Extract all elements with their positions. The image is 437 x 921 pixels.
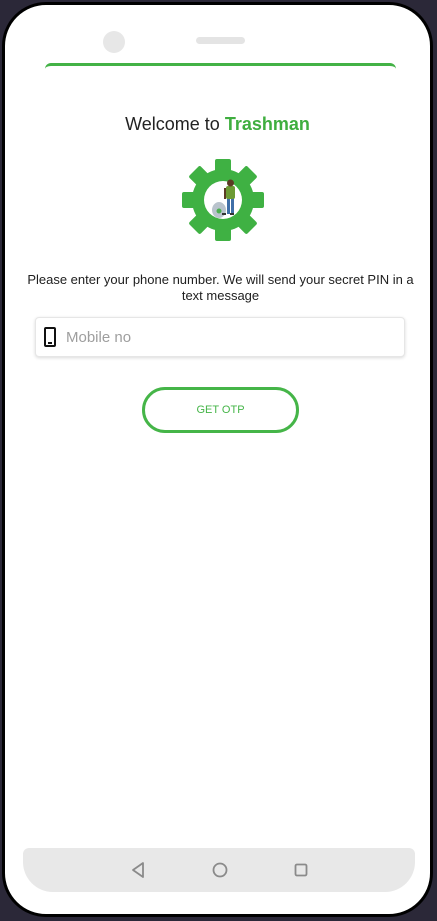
instructions-text: Please enter your phone number. We will …	[27, 272, 414, 303]
top-green-accent-bar	[45, 63, 396, 69]
nav-back-button[interactable]	[127, 858, 151, 882]
front-camera	[103, 31, 125, 53]
welcome-heading: Welcome to Trashman	[5, 114, 430, 135]
earpiece-speaker	[196, 37, 245, 44]
mobile-phone-icon	[44, 327, 56, 347]
brand-name: Trashman	[224, 114, 310, 134]
square-recents-icon	[294, 863, 308, 877]
phone-device-frame: Welcome to Trashman Please enter your ph…	[2, 2, 433, 917]
triangle-back-icon	[132, 862, 144, 878]
mobile-number-input[interactable]	[66, 318, 396, 356]
nav-recents-button[interactable]	[289, 858, 313, 882]
mobile-number-field[interactable]	[35, 317, 405, 357]
get-otp-button[interactable]: GET OTP	[142, 387, 299, 433]
trashman-gear-logo-icon	[182, 159, 264, 241]
welcome-prefix: Welcome to	[125, 114, 220, 134]
circle-home-icon	[212, 862, 228, 878]
android-navigation-bar	[23, 848, 415, 892]
nav-home-button[interactable]	[208, 858, 232, 882]
